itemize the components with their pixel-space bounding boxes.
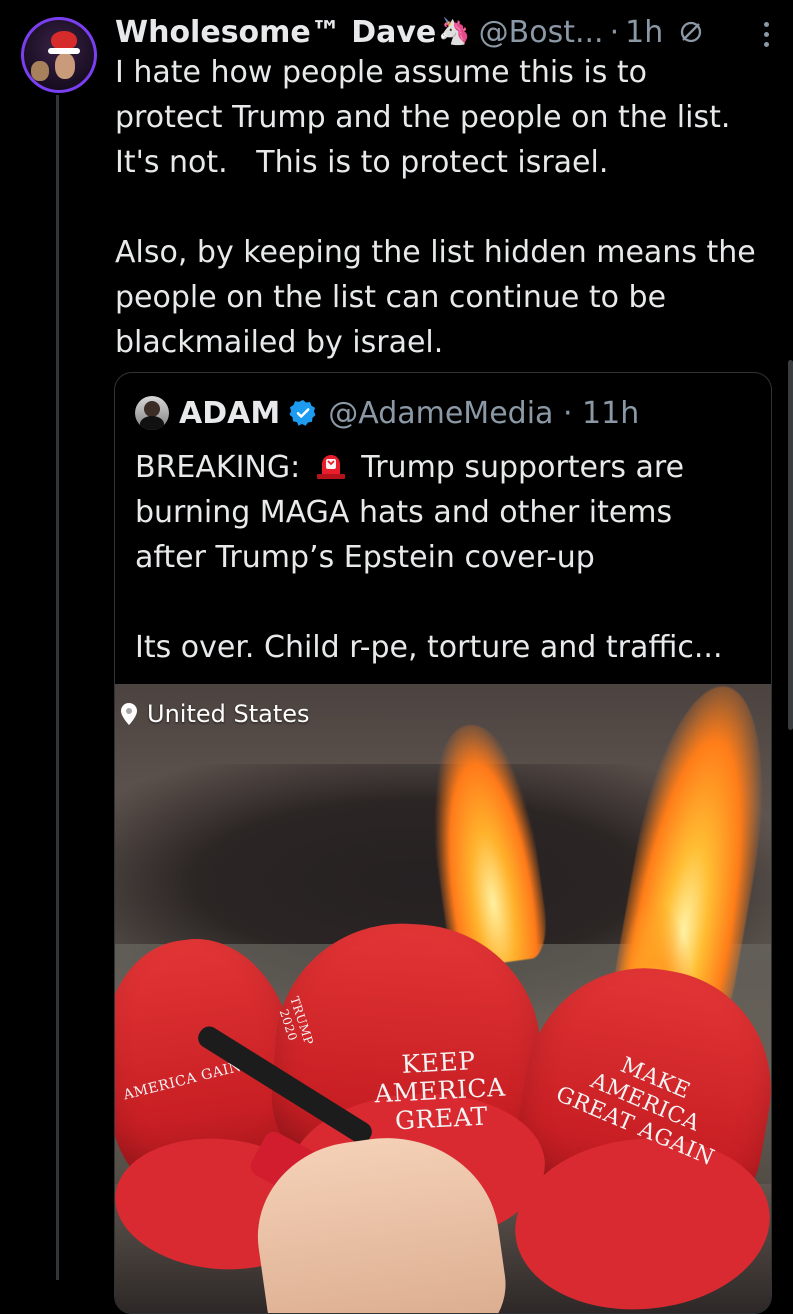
avatar-dog-image [31,61,49,81]
thread-line [56,95,59,1280]
scrollbar[interactable] [788,360,793,730]
post-header: Wholesome™ Dave 🦄 @Bost... · 1h [115,12,773,52]
mute-icon [681,21,702,43]
location-pin-icon [121,703,137,725]
author-name[interactable]: Wholesome™ Dave [115,15,436,50]
quoted-post[interactable]: ADAM @AdameMedia · 11h BREAKING: Trump s… [114,372,772,1314]
avatar-santa-hat [48,31,80,54]
author-handle[interactable]: @Bost... [479,15,604,50]
quoted-text: BREAKING: Trump supporters are burning M… [135,445,755,670]
avatar-face-image [55,53,75,79]
quoted-text-breaking: BREAKING: [135,450,310,485]
hat-text-center: KEEP AMERICA GREAT [373,1046,507,1136]
post-text: I hate how people assume this is to prot… [115,55,756,360]
location-text: United States [147,700,310,728]
location-label: United States [119,699,310,729]
author-emoji: 🦄 [438,17,471,47]
timestamp[interactable]: 1h [625,15,663,50]
avatar[interactable] [21,17,97,93]
quoted-author-name[interactable]: ADAM [179,396,280,431]
quoted-header: ADAM @AdameMedia · 11h [135,393,639,433]
quoted-handle-time[interactable]: @AdameMedia · 11h [328,396,639,431]
quoted-media-video[interactable]: AMERICA GAIN KEEP AMERICA GREAT MAKE AME… [115,684,771,1313]
verified-icon [289,400,316,426]
siren-icon [316,455,345,479]
more-icon[interactable] [763,22,771,48]
quoted-avatar[interactable] [135,396,169,430]
separator: · [609,14,620,50]
